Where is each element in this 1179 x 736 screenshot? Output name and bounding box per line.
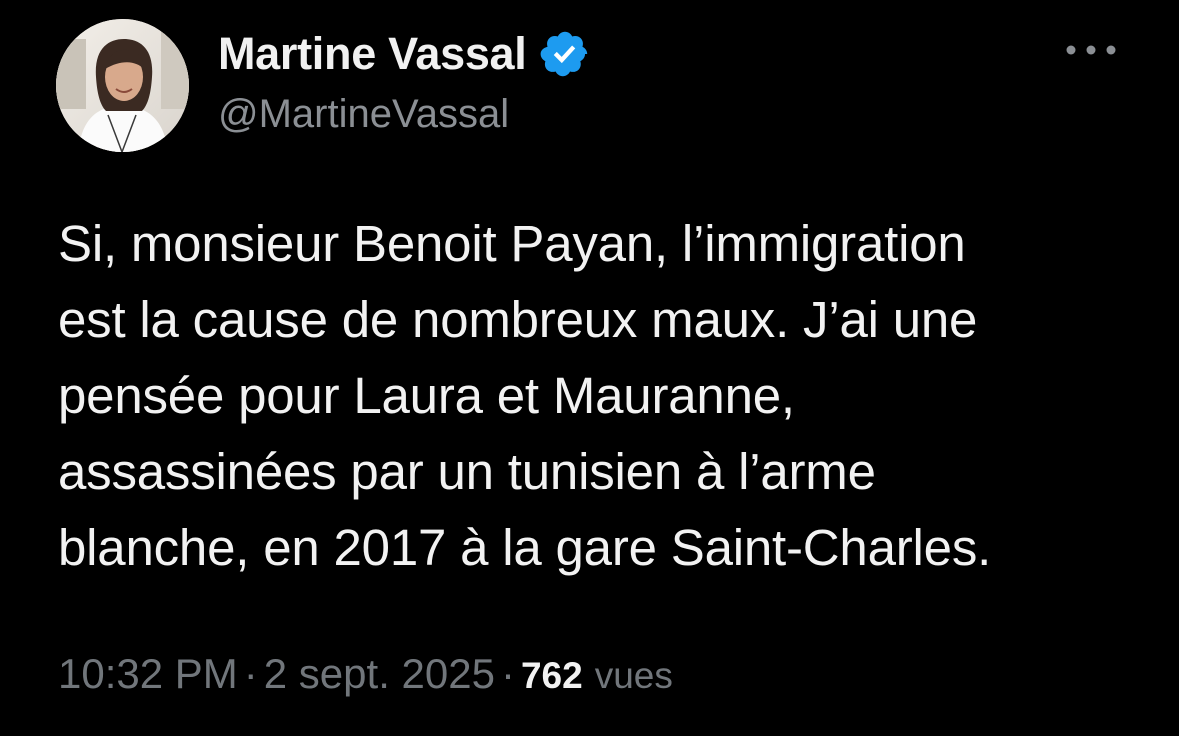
tweet-date[interactable]: 2 sept. 2025 bbox=[264, 650, 495, 698]
more-options-icon[interactable] bbox=[1063, 35, 1119, 65]
tweet-text: Si, monsieur Benoit Payan, l’immigration… bbox=[58, 206, 1158, 586]
views-label: vues bbox=[594, 655, 673, 696]
tweet-text-line: Si, monsieur Benoit Payan, l’immigration bbox=[58, 215, 966, 272]
tweet-time[interactable]: 10:32 PM bbox=[58, 650, 238, 698]
author-name-row: Martine Vassal bbox=[218, 26, 591, 82]
meta-separator: · bbox=[500, 650, 515, 697]
tweet-text-line: blanche, en 2017 à la gare Saint-Charles… bbox=[58, 519, 992, 576]
tweet-card: Martine Vassal @MartineVassal Si, monsie… bbox=[0, 0, 1179, 736]
views-count[interactable]: 762 bbox=[521, 655, 583, 697]
avatar-photo bbox=[56, 19, 189, 152]
author-display-name[interactable]: Martine Vassal bbox=[218, 28, 527, 80]
meta-separator: · bbox=[243, 650, 258, 697]
tweet-meta: 10:32 PM · 2 sept. 2025 · 762 vues bbox=[58, 650, 673, 698]
tweet-text-line: est la cause de nombreux maux. J’ai une bbox=[58, 291, 978, 348]
verified-badge-icon[interactable] bbox=[539, 28, 591, 80]
tweet-text-line: pensée pour Laura et Mauranne, bbox=[58, 367, 795, 424]
author-handle[interactable]: @MartineVassal bbox=[218, 92, 509, 137]
author-avatar[interactable] bbox=[56, 19, 189, 152]
tweet-text-line: assassinées par un tunisien à l’arme bbox=[58, 443, 876, 500]
